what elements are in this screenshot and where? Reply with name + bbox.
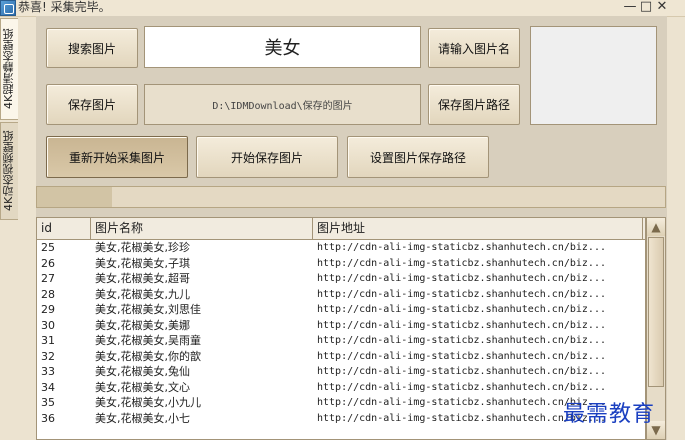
progress-bar (36, 186, 666, 208)
row-name: 美女,花椒美女,小九儿 (95, 396, 201, 409)
table-row[interactable]: 32 美女,花椒美女,你的歆 http://cdn-ali-img-staticbz… (37, 349, 645, 365)
row-name: 美女,花椒美女,九儿 (95, 287, 190, 301)
row-url: http://cdn-ali-img-staticbz.shanhutech.c… (317, 319, 606, 331)
row-id: 30 (41, 318, 55, 332)
save-image-button[interactable]: 保存图片 (46, 84, 138, 125)
row-id: 28 (41, 287, 55, 301)
row-name: 美女,花椒美女,子琪 (95, 256, 190, 270)
column-header-id[interactable]: id (37, 218, 91, 239)
row-id: 36 (41, 411, 55, 425)
table-row[interactable]: 33 美女,花椒美女,兔仙 http://cdn-ali-img-staticbz.… (37, 364, 645, 380)
app-icon (0, 0, 16, 16)
row-url: http://cdn-ali-img-staticbz.shanhutech.c… (317, 288, 606, 300)
search-input[interactable]: 美女 (144, 26, 421, 68)
row-name: 美女,花椒美女,美娜 (95, 318, 190, 332)
column-header-url[interactable]: 图片地址 (313, 218, 643, 239)
row-id: 31 (41, 334, 55, 347)
tab-video-wallpaper[interactable]: 4K动态视频壁纸 (0, 122, 18, 220)
row-name: 美女,花椒美女,小七 (95, 411, 190, 425)
table-header: id 图片名称 图片地址 (37, 218, 645, 240)
row-url: http://cdn-ali-img-staticbz.shanhutech.c… (317, 381, 606, 393)
watermark-text: 最需教育 (563, 402, 656, 427)
save-path-field: D:\IDMDownload\保存的图片 (144, 84, 421, 125)
minimize-button[interactable]: — (622, 0, 638, 15)
row-name: 美女,花椒美女,文心 (95, 380, 190, 394)
table-row[interactable]: 25 美女,花椒美女,珍珍 http://cdn-ali-img-staticbz.… (37, 240, 645, 256)
restart-collect-button[interactable]: 重新开始采集图片 (46, 136, 188, 178)
tab-static-wallpaper[interactable]: 4K超清静态壁纸 (0, 18, 18, 120)
table-row[interactable]: 29 美女,花椒美女,刘思佳 http://cdn-ali-img-staticbz… (37, 302, 645, 318)
row-url: http://cdn-ali-img-staticbz.shanhutech.c… (317, 366, 606, 377)
table-body: 25 美女,花椒美女,珍珍 http://cdn-ali-img-staticbz.… (37, 240, 645, 426)
row-name: 美女,花椒美女,兔仙 (95, 365, 190, 378)
table-row[interactable]: 36 美女,花椒美女,小七 http://cdn-ali-img-staticbz.… (37, 411, 645, 427)
set-save-path-button[interactable]: 设置图片保存路径 (347, 136, 489, 178)
row-id: 35 (41, 396, 55, 409)
maximize-button[interactable]: □ (638, 0, 654, 15)
row-url: http://cdn-ali-img-staticbz.shanhutech.c… (317, 335, 606, 346)
row-url: http://cdn-ali-img-staticbz.shanhutech.c… (317, 257, 606, 269)
row-id: 27 (41, 272, 55, 285)
table-row[interactable]: 27 美女,花椒美女,超哥 http://cdn-ali-img-staticbz.… (37, 271, 645, 287)
row-url: http://cdn-ali-img-staticbz.shanhutech.c… (317, 304, 606, 315)
save-path-value: D:\IDMDownload\保存的图片 (212, 101, 353, 112)
row-id: 33 (41, 365, 55, 378)
save-path-button[interactable]: 保存图片路径 (428, 84, 520, 125)
table-row[interactable]: 28 美女,花椒美女,九儿 http://cdn-ali-img-staticbz.… (37, 287, 645, 303)
row-id: 25 (41, 241, 55, 254)
close-button[interactable]: ✕ (654, 0, 670, 15)
table-row[interactable]: 35 美女,花椒美女,小九儿 http://cdn-ali-img-staticbz… (37, 395, 645, 411)
row-url: http://cdn-ali-img-staticbz.shanhutech.c… (317, 350, 606, 362)
search-input-value: 美女 (264, 38, 301, 59)
table-row[interactable]: 26 美女,花椒美女,子琪 http://cdn-ali-img-staticbz.… (37, 256, 645, 272)
up-arrow-icon[interactable]: ▲ (647, 218, 665, 236)
row-name: 美女,花椒美女,超哥 (95, 272, 190, 285)
title-bar: 恭喜! 采集完毕。 — □ ✕ (0, 0, 685, 17)
row-name: 美女,花椒美女,你的歆 (95, 349, 201, 363)
image-preview (530, 26, 657, 125)
search-button[interactable]: 搜索图片 (46, 28, 138, 68)
scrollbar-thumb[interactable] (648, 237, 664, 387)
row-id: 29 (41, 303, 55, 316)
window-title: 恭喜! 采集完毕。 (18, 0, 111, 14)
enter-image-name-button[interactable]: 请输入图片名 (428, 28, 520, 68)
image-table: id 图片名称 图片地址 25 美女,花椒美女,珍珍 http://cdn-ali-… (36, 217, 646, 440)
row-name: 美女,花椒美女,吴雨童 (95, 334, 201, 347)
table-row[interactable]: 31 美女,花椒美女,吴雨童 http://cdn-ali-img-staticbz… (37, 333, 645, 349)
table-row[interactable]: 34 美女,花椒美女,文心 http://cdn-ali-img-staticbz.… (37, 380, 645, 396)
row-name: 美女,花椒美女,珍珍 (95, 241, 190, 254)
column-header-name[interactable]: 图片名称 (91, 218, 313, 239)
row-url: http://cdn-ali-img-staticbz.shanhutech.c… (317, 242, 606, 253)
row-id: 32 (41, 349, 55, 363)
start-save-button[interactable]: 开始保存图片 (196, 136, 338, 178)
row-id: 34 (41, 380, 55, 394)
table-row[interactable]: 30 美女,花椒美女,美娜 http://cdn-ali-img-staticbz.… (37, 318, 645, 334)
row-name: 美女,花椒美女,刘思佳 (95, 303, 201, 316)
row-url: http://cdn-ali-img-staticbz.shanhutech.c… (317, 273, 606, 284)
row-id: 26 (41, 256, 55, 270)
progress-fill (37, 187, 113, 207)
